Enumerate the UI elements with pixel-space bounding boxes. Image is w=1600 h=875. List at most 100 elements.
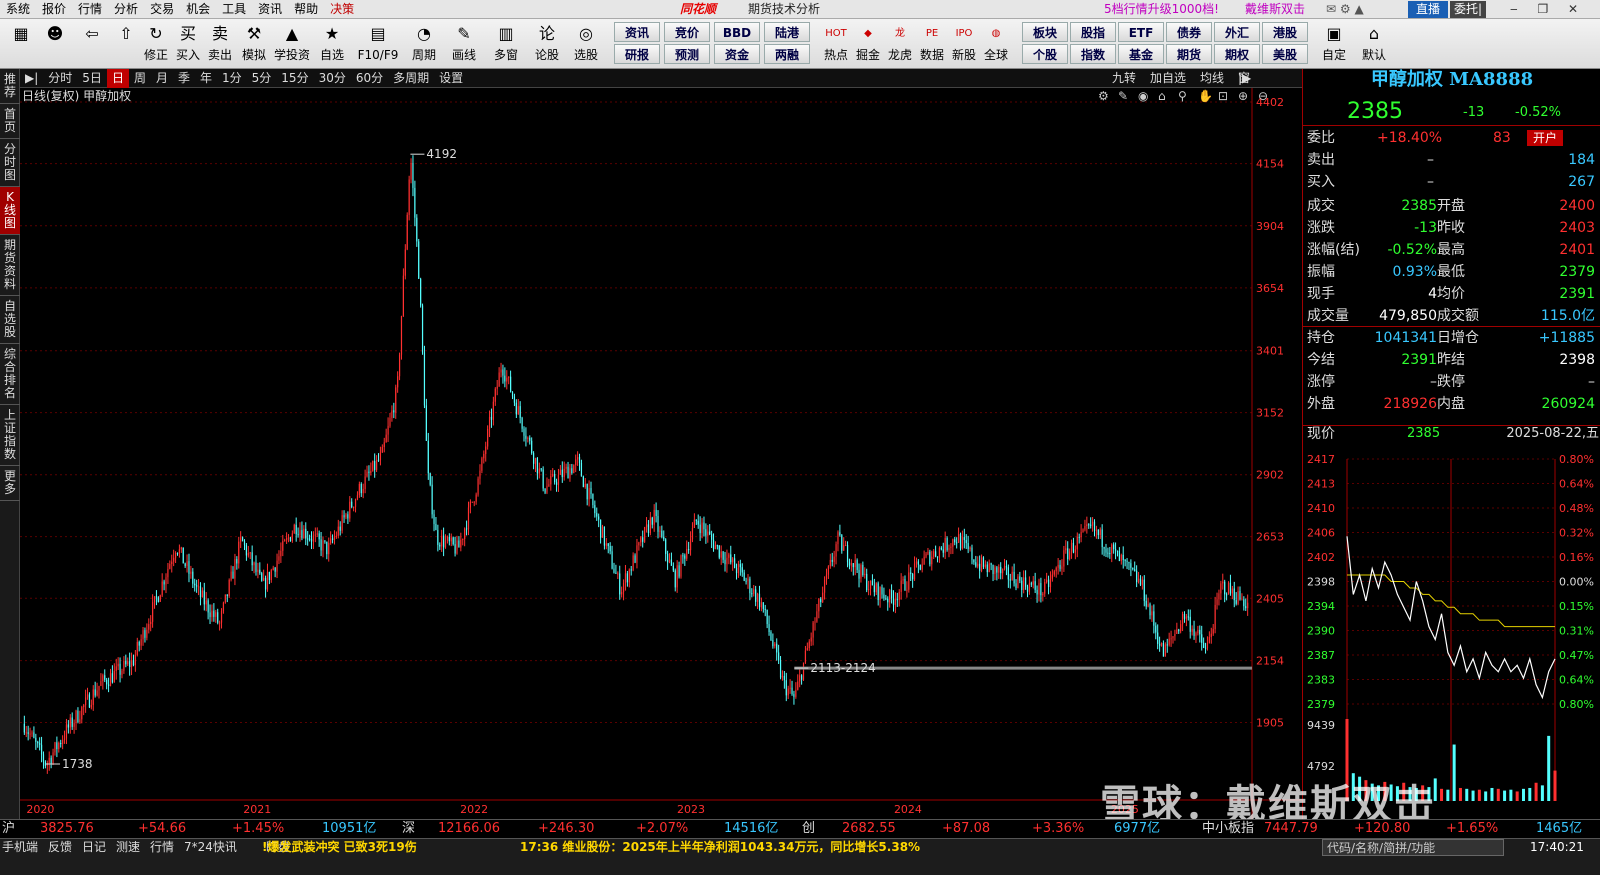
quick-button[interactable]: 竞价	[664, 22, 710, 42]
toolbar-huaxian-button[interactable]: ✎ 画线	[444, 19, 484, 69]
window-controls[interactable]: ‒ ❐ ✕	[1510, 0, 1586, 19]
menu-item-hangqing[interactable]: 行情	[72, 0, 108, 19]
index-quote[interactable]: +87.08	[942, 820, 990, 838]
leftnav-item[interactable]: 更多	[0, 466, 20, 501]
period-tool[interactable]: 九转	[1112, 69, 1136, 88]
leftnav-item[interactable]: 自选股	[0, 296, 20, 344]
toolbar-arrow-button[interactable]: ⇧	[112, 19, 140, 69]
menu-item-zixun[interactable]: 资讯	[252, 0, 288, 19]
weituo-button[interactable]: 委托|	[1450, 1, 1487, 18]
chart-tool-icon[interactable]: ⌂	[1158, 89, 1166, 103]
period-tab[interactable]: 年	[195, 69, 217, 88]
index-quote[interactable]: +2.07%	[636, 820, 688, 838]
menu-item-jiaoyi[interactable]: 交易	[144, 0, 180, 19]
toolbar-lungu-button[interactable]: 论论股	[528, 19, 566, 69]
period-tool[interactable]: 加自选	[1150, 69, 1186, 88]
quick-button[interactable]: 美股	[1262, 44, 1308, 64]
period-tab[interactable]: 15分	[276, 69, 313, 88]
period-tab[interactable]: 日	[106, 68, 129, 88]
leftnav-item[interactable]: 分时图	[0, 139, 20, 187]
menu-item-jihui[interactable]: 机会	[180, 0, 216, 19]
toolbar-shuju-button[interactable]: PE 数据	[916, 19, 948, 69]
toolbar-mairu-button[interactable]: 买买入	[172, 19, 204, 69]
toolbar-zixuan-grid-button[interactable]: ▦	[4, 19, 38, 69]
chart-tool-icon[interactable]: ⚙	[1098, 89, 1109, 103]
kaihu-button[interactable]: 开户	[1527, 130, 1564, 146]
promo-link[interactable]: 5档行情升级1000档!	[1104, 0, 1219, 19]
kline-chart[interactable]: 日线(复权) 甲醇加权 44024154390436543401315229022…	[20, 88, 1302, 819]
toolbar-robot-button[interactable]: ☻	[38, 19, 72, 69]
chart-tool-icon[interactable]: ◉	[1138, 89, 1148, 103]
index-quote[interactable]: +120.80	[1354, 820, 1410, 838]
toolbar-xuangu-button[interactable]: ◎ 选股	[566, 19, 606, 69]
toolbar-xuetouzi-button[interactable]: ▲ 学投资	[272, 19, 312, 69]
index-quote[interactable]: +246.30	[538, 820, 594, 838]
quick-button[interactable]: 资金	[714, 44, 760, 64]
search-input[interactable]: 代码/名称/简拼/功能	[1322, 839, 1504, 856]
news-ticker-1[interactable]: !爆发武装冲突 已致3死19伤	[262, 839, 417, 856]
quick-button[interactable]: 期权	[1214, 44, 1260, 64]
index-quote[interactable]: +1.65%	[1446, 820, 1498, 838]
period-tab[interactable]: 季	[173, 69, 195, 88]
quick-button[interactable]: 两融	[764, 44, 810, 64]
toolbar-moren-button[interactable]: ⌂ 默认	[1354, 19, 1394, 69]
period-tab[interactable]: 分时	[43, 69, 77, 88]
period-tool[interactable]: 均线	[1200, 69, 1224, 88]
index-quote[interactable]: 中小板指	[1202, 820, 1254, 838]
leftnav-item[interactable]: 期货资料	[0, 235, 20, 296]
chart-tool-icon[interactable]: ✋	[1198, 89, 1213, 103]
index-quote[interactable]: +54.66	[138, 820, 186, 838]
toolbar-moni-button[interactable]: ⚒ 模拟	[236, 19, 272, 69]
intraday-chart[interactable]: 2417 0.80% 2413 0.64% 2410 0.48% 2406 0.32% 2402…	[1303, 449, 1600, 809]
taskbar-item[interactable]: 测速	[116, 839, 140, 856]
index-quote[interactable]: +3.36%	[1032, 820, 1084, 838]
period-tab[interactable]: 设置	[434, 69, 468, 88]
period-tab[interactable]: 1分	[217, 69, 247, 88]
toolbar-redian-button[interactable]: HOT 热点	[820, 19, 852, 69]
taskbar-item[interactable]: 反馈	[48, 839, 72, 856]
taskbar-item[interactable]: 7*24快讯	[184, 839, 237, 856]
leftnav-item[interactable]: 首页	[0, 104, 20, 139]
leftnav-item[interactable]: 上证指数	[0, 405, 20, 466]
toolbar-xiuzheng-button[interactable]: ↻ 修正	[140, 19, 172, 69]
toolbar-xingu-button[interactable]: IPO 新股	[948, 19, 980, 69]
index-quote[interactable]: 12166.06	[438, 820, 500, 838]
quick-button[interactable]: 研报	[614, 44, 660, 64]
period-next-icon[interactable]: |▶	[1238, 69, 1251, 88]
period-prev-icon[interactable]: ▶|	[20, 69, 43, 88]
user-name[interactable]: 戴维斯双击	[1245, 0, 1305, 19]
taskbar-item[interactable]: 手机端	[2, 839, 38, 856]
toolbar-juejin-button[interactable]: ◆ 掘金	[852, 19, 884, 69]
quick-button[interactable]: 个股	[1022, 44, 1068, 64]
index-quote[interactable]: 14516亿	[724, 820, 778, 838]
quick-button[interactable]: 预测	[664, 44, 710, 64]
period-tab[interactable]: 多周期	[388, 69, 434, 88]
leftnav-item[interactable]: 综合排名	[0, 344, 20, 405]
period-tab[interactable]: 5日	[77, 69, 107, 88]
live-button[interactable]: 直播	[1408, 1, 1449, 18]
period-tab[interactable]: 周	[129, 69, 151, 88]
index-quote[interactable]: 2682.55	[842, 820, 896, 838]
index-quote[interactable]: 10951亿	[322, 820, 376, 838]
leftnav-item[interactable]: 推荐	[0, 69, 20, 104]
toolbar-quanqiu-button[interactable]: ◍ 全球	[980, 19, 1012, 69]
quick-button[interactable]: 股指	[1070, 22, 1116, 42]
chart-tool-icon[interactable]: ⊖	[1258, 89, 1268, 103]
menu-item-juece[interactable]: 决策	[324, 0, 360, 19]
toolbar-back-button[interactable]: ⇦	[72, 19, 112, 69]
news-ticker-2[interactable]: 17:36 维业股份：2025年上半年净利润1043.34万元，同比增长5.38…	[520, 839, 920, 856]
quick-button[interactable]: 基金	[1118, 44, 1164, 64]
taskbar-item[interactable]: 行情	[150, 839, 174, 856]
chart-tool-icon[interactable]: ⊕	[1238, 89, 1248, 103]
leftnav-item[interactable]: K线图	[0, 187, 20, 235]
quick-button[interactable]: 港股	[1262, 22, 1308, 42]
period-tab[interactable]: 月	[151, 69, 173, 88]
chart-tool-icon[interactable]: ⊡	[1218, 89, 1228, 103]
chart-tool-icon[interactable]: ✎	[1118, 89, 1128, 103]
toolbar-zhouqi-button[interactable]: ◔ 周期	[404, 19, 444, 69]
menu-item-bangzhu[interactable]: 帮助	[288, 0, 324, 19]
quick-button[interactable]: 债券	[1166, 22, 1212, 42]
toolbar-duoge-button[interactable]: ▥ 多窗	[484, 19, 528, 69]
menu-item-baojia[interactable]: 报价	[36, 0, 72, 19]
header-icons[interactable]: ✉ ⚙ ▲	[1326, 0, 1364, 19]
